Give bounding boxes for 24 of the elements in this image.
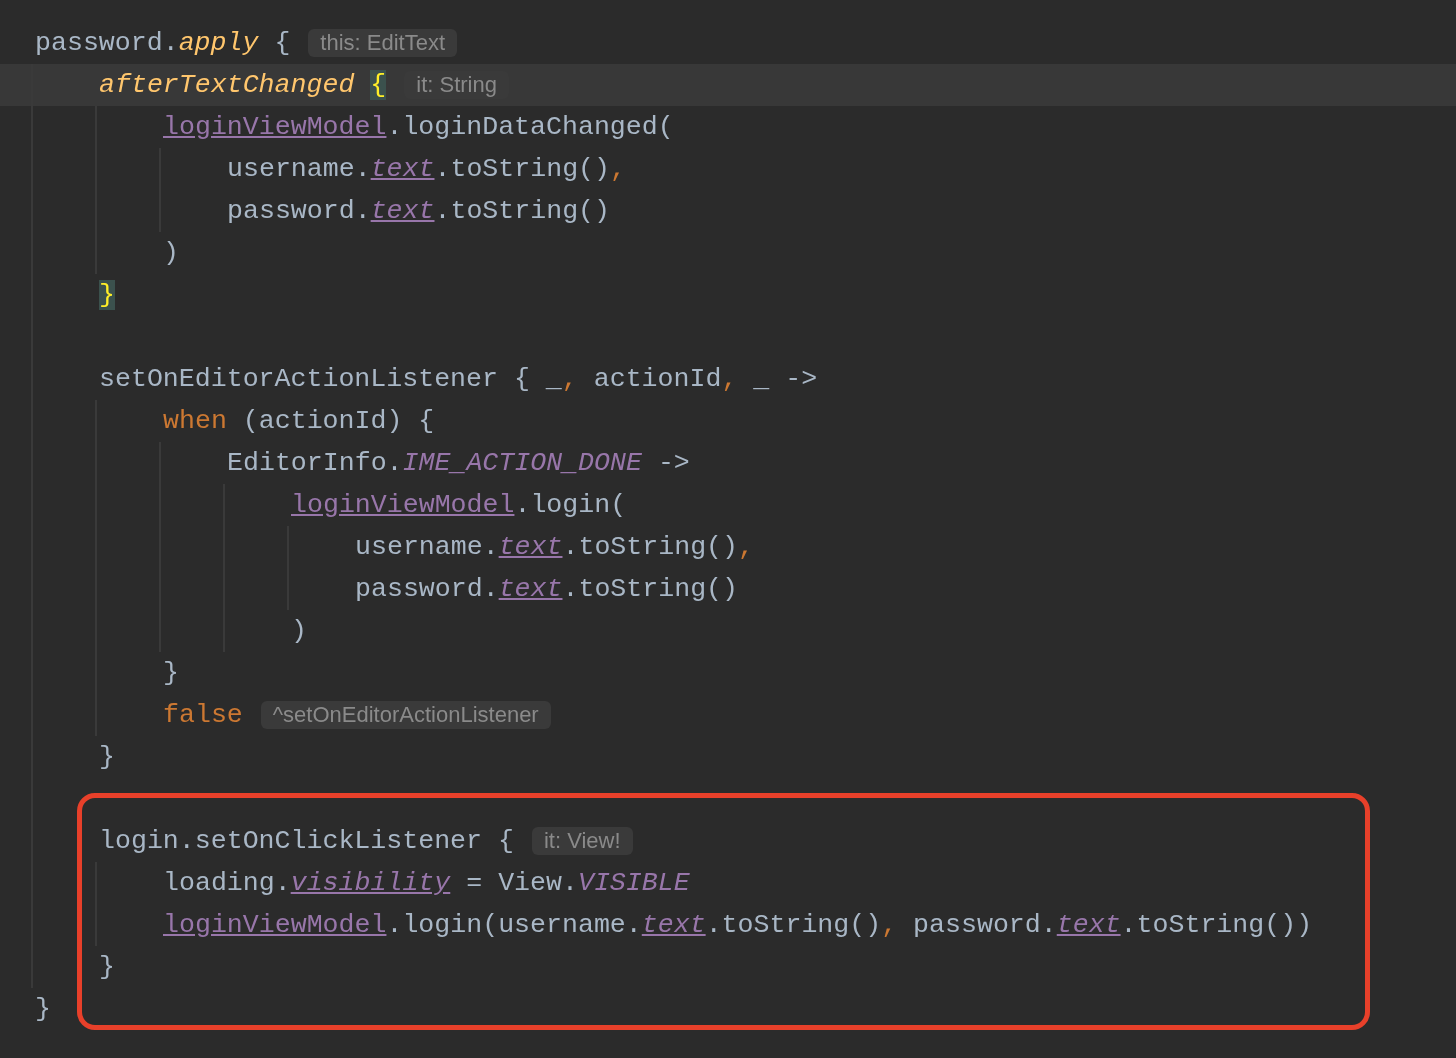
- code-line: ): [290, 616, 307, 646]
- code-line: }: [34, 994, 51, 1024]
- code-line: }: [162, 658, 179, 688]
- code-line: setOnEditorActionListener { _, actionId, _ ->: [98, 364, 818, 394]
- code-line: username.text.toString(),: [226, 154, 626, 184]
- code-line: ): [162, 238, 179, 268]
- code-line: login.setOnClickListener {: [98, 826, 514, 856]
- code-line: password.text.toString(): [226, 196, 611, 226]
- code-line: }: [98, 742, 115, 772]
- code-line: username.text.toString(),: [354, 532, 754, 562]
- code-line: password.text.toString(): [354, 574, 739, 604]
- code-line: loginViewModel.login(username.text.toString(), password.text.toString()): [162, 910, 1313, 940]
- code-line: password.apply {: [34, 28, 291, 58]
- code-line: loginViewModel.login(: [290, 490, 627, 520]
- inlay-hint: it: View!: [531, 827, 633, 855]
- code-line: afterTextChanged {: [98, 70, 387, 100]
- inlay-hint: ^setOnEditorActionListener: [260, 701, 551, 729]
- code-line: loading.visibility = View.VISIBLE: [162, 868, 690, 898]
- inlay-hint: this: EditText: [308, 29, 458, 57]
- code-line: false: [162, 700, 243, 730]
- code-line: when (actionId) {: [162, 406, 435, 436]
- code-line: }: [98, 952, 115, 982]
- code-line: loginViewModel.loginDataChanged(: [162, 112, 674, 142]
- code-line: EditorInfo.IME_ACTION_DONE ->: [226, 448, 690, 478]
